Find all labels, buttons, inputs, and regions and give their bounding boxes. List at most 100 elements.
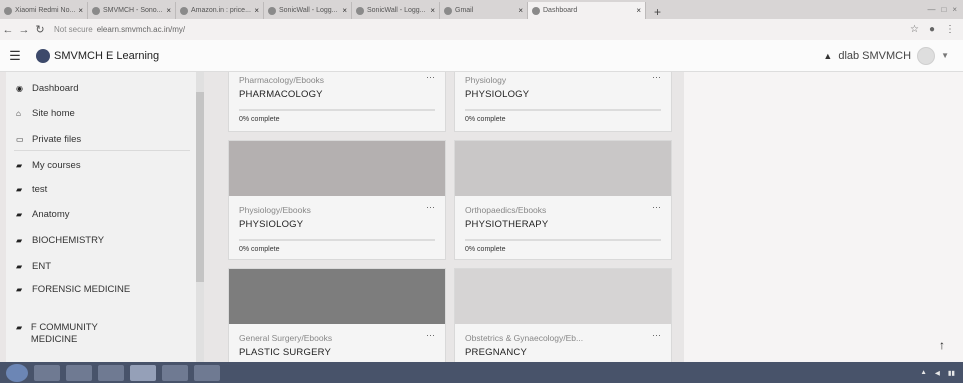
browser-tab-active[interactable]: Dashboard × [528,2,646,19]
course-card[interactable]: Physiology/Ebooks ··· PHYSIOLOGY 0% comp… [228,140,446,260]
back-to-top-icon[interactable]: ↑ [939,338,945,352]
course-name[interactable]: PLASTIC SURGERY [239,347,331,358]
sidebar-item-course[interactable]: ▰ FORENSIC MEDICINE [16,284,136,296]
close-icon[interactable]: × [254,6,259,15]
close-icon[interactable]: × [518,6,523,15]
taskbar-app-icon[interactable] [162,364,188,381]
course-image[interactable] [229,141,445,196]
hamburger-menu-icon[interactable]: ☰ [0,48,30,64]
sidebar-item-course[interactable]: ▰ ENT [16,261,186,273]
user-name: dlab SMVMCH [838,49,912,62]
sidebar-scrollbar[interactable] [196,72,204,362]
course-menu-icon[interactable]: ··· [652,202,661,212]
browser-tab[interactable]: Amazon.in : price... × [176,2,264,19]
browser-tab[interactable]: Gmail × [440,2,528,19]
taskbar-app-icon[interactable] [98,364,124,381]
close-window-icon[interactable]: × [952,5,957,14]
tab-favicon-icon [4,6,12,15]
course-card[interactable]: Pharmacology/Ebooks ··· PHARMACOLOGY 0% … [228,72,446,132]
course-category: General Surgery/Ebooks [239,333,333,343]
sidebar-item-dashboard[interactable]: ◉ Dashboard [16,83,186,95]
course-menu-icon[interactable]: ··· [652,330,661,340]
close-icon[interactable]: × [166,6,171,15]
maximize-icon[interactable]: □ [941,5,946,14]
course-card[interactable]: Orthopaedics/Ebooks ··· PHYSIOTHERAPY 0%… [454,140,672,260]
course-card[interactable]: General Surgery/Ebooks ··· PLASTIC SURGE… [228,268,446,362]
sidebar-item-course[interactable]: ▰ test [16,184,186,196]
graduation-cap-icon: ▰ [16,323,23,332]
course-image[interactable] [229,269,445,324]
graduation-cap-icon: ▰ [16,210,23,219]
progress-bar [465,109,661,111]
graduation-cap-icon: ▰ [16,185,23,194]
close-icon[interactable]: × [430,6,435,15]
course-name[interactable]: PHYSIOTHERAPY [465,219,548,230]
menu-dots-icon[interactable]: ⋮ [945,24,955,35]
file-icon: ▭ [16,135,24,144]
progress-text: 0% complete [465,246,506,253]
tab-favicon-icon [356,6,364,15]
back-icon[interactable]: ← [0,24,16,36]
course-card[interactable]: Physiology ··· PHYSIOLOGY 0% complete [454,72,672,132]
scrollbar-thumb[interactable] [196,92,204,282]
site-logo-icon [36,48,50,63]
profile-icon[interactable]: ● [929,24,935,35]
graduation-cap-icon: ▰ [16,262,23,271]
graduation-cap-icon: ▰ [16,161,23,170]
course-name[interactable]: PREGNANCY [465,347,527,358]
forward-icon[interactable]: → [16,24,32,36]
course-category: Orthopaedics/Ebooks [465,205,547,215]
course-menu-icon[interactable]: ··· [426,202,435,212]
progress-bar [465,239,661,241]
progress-bar [239,109,435,111]
course-name[interactable]: PHYSIOLOGY [465,89,529,100]
sidebar-item-private-files[interactable]: ▭ Private files [16,134,186,146]
browser-tab[interactable]: SonicWall - Logg... × [264,2,352,19]
browser-tab[interactable]: SMVMCH - Sono... × [88,2,176,19]
close-icon[interactable]: × [342,6,347,15]
new-tab-button[interactable]: + [646,5,669,19]
system-tray: ▲ ◀ ▮▮ [920,369,963,377]
taskbar-app-icon[interactable] [194,364,220,381]
taskbar-app-icon[interactable] [34,364,60,381]
url-field[interactable]: Not secure elearn.smvmch.ac.in/my/ [54,25,185,34]
sidebar-item-my-courses[interactable]: ▰ My courses [16,160,186,172]
graduation-cap-icon: ▰ [16,285,23,294]
user-menu[interactable]: ▲ dlab SMVMCH ▼ [823,46,963,65]
not-secure-label: Not secure [54,25,93,34]
browser-tab[interactable]: SonicWall - Logg... × [352,2,440,19]
course-category: Physiology/Ebooks [239,205,311,215]
browser-tab-bar: Xiaomi Redmi No... × SMVMCH - Sono... × Am… [0,0,963,19]
site-brand[interactable]: SMVMCH E Learning [54,50,159,62]
taskbar-app-icon[interactable] [66,364,92,381]
sidebar-divider [14,150,190,151]
course-menu-icon[interactable]: ··· [652,72,661,82]
course-image[interactable] [455,269,671,324]
star-icon[interactable]: ☆ [910,24,919,35]
network-icon[interactable]: ▲ [920,369,926,376]
reload-icon[interactable]: ↻ [32,23,48,36]
sidebar-item-course[interactable]: ▰ Anatomy [16,209,186,221]
sidebar-item-site-home[interactable]: ⌂ Site home [16,108,186,120]
course-menu-icon[interactable]: ··· [426,72,435,82]
taskbar-app-icon[interactable] [130,364,156,381]
clock[interactable]: ▮▮ [948,369,955,377]
sidebar-item-course[interactable]: ▰ BIOCHEMISTRY [16,235,186,247]
minimize-icon[interactable]: — [927,5,935,14]
graduation-cap-icon: ▰ [16,236,23,245]
start-button-icon[interactable] [6,363,28,382]
browser-tab[interactable]: Xiaomi Redmi No... × [0,2,88,19]
sidebar-item-course[interactable]: ▰ F COMMUNITY MEDICINE [16,322,136,346]
course-name[interactable]: PHYSIOLOGY [239,219,303,230]
volume-icon[interactable]: ◀ [935,369,940,377]
url-text: elearn.smvmch.ac.in/my/ [96,25,186,34]
course-image[interactable] [455,141,671,196]
avatar [917,46,936,65]
tab-favicon-icon [444,6,452,15]
close-icon[interactable]: × [636,6,641,15]
notification-icon[interactable]: ▲ [823,51,832,61]
course-name[interactable]: PHARMACOLOGY [239,89,323,100]
course-card[interactable]: Obstetrics & Gynaecology/Eb... ··· PREGN… [454,268,672,362]
course-menu-icon[interactable]: ··· [426,330,435,340]
close-icon[interactable]: × [78,6,83,15]
